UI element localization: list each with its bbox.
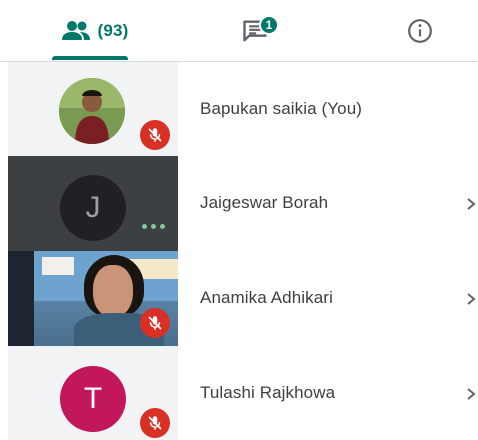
speaking-dot [160, 224, 165, 229]
participant-tile: T [8, 346, 178, 440]
info-icon [408, 19, 432, 43]
tab-people[interactable]: (93) [40, 0, 150, 62]
participant-name: Bapukan saikia (You) [200, 99, 363, 118]
participant-tile: J [8, 156, 178, 251]
profile-photo [59, 78, 125, 144]
speaking-dot [151, 224, 156, 229]
participant-list: Bapukan saikia (You) J Jaigeswar Borah A… [0, 62, 478, 440]
tab-bar: (93) 1 [0, 0, 478, 62]
people-icon [62, 21, 91, 40]
people-count: (93) [97, 21, 129, 40]
speaking-indicator [142, 224, 165, 229]
chat-unread-badge: 1 [259, 15, 279, 35]
chevron-right-icon[interactable] [464, 292, 478, 306]
avatar: T [60, 366, 126, 432]
avatar: J [60, 175, 126, 241]
participant-name: Tulashi Rajkhowa [200, 383, 336, 402]
video-background [8, 251, 34, 346]
participant-row[interactable]: Anamika Adhikari [0, 251, 478, 346]
participant-row[interactable]: J Jaigeswar Borah [0, 156, 478, 251]
mic-off-badge [140, 408, 170, 438]
participant-row[interactable]: T Tulashi Rajkhowa [0, 346, 478, 440]
video-background [42, 257, 74, 275]
chevron-right-icon[interactable] [464, 197, 478, 211]
avatar [59, 78, 125, 144]
active-tab-indicator [52, 56, 128, 60]
mic-off-badge [140, 120, 170, 150]
participant-tile [8, 62, 178, 156]
participant-row[interactable]: Bapukan saikia (You) [0, 62, 478, 156]
tab-info[interactable] [380, 0, 460, 62]
participant-name: Anamika Adhikari [200, 288, 333, 307]
participant-video [8, 251, 178, 346]
video-person [93, 265, 133, 317]
chevron-right-icon[interactable] [464, 387, 478, 401]
mic-off-icon [148, 128, 162, 142]
speaking-dot [142, 224, 147, 229]
tab-chat[interactable]: 1 [215, 0, 295, 62]
participant-name: Jaigeswar Borah [200, 193, 329, 212]
mic-off-icon [148, 316, 162, 330]
mic-off-badge [140, 308, 170, 338]
mic-off-icon [148, 416, 162, 430]
